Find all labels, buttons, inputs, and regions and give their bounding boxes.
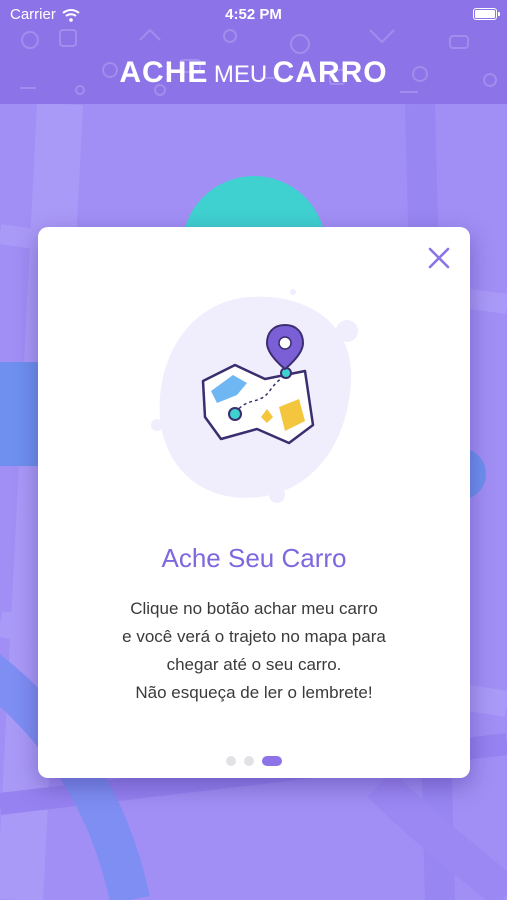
status-time: 4:52 PM (225, 6, 282, 23)
description-line: Não esqueça de ler o lembrete! (135, 683, 373, 702)
brand-word-carro: CARRO (272, 56, 388, 89)
description-line: Clique no botão achar meu carro (130, 599, 378, 618)
battery-fill (475, 10, 495, 18)
brand-word-meu: MEU (213, 61, 268, 88)
app-header: Carrier 4:52 PM ACHE MEU CARRO (0, 0, 507, 104)
description-line: chegar até o seu carro. (166, 655, 342, 674)
brand-word-ache: ACHE (119, 56, 209, 89)
brand-logo: ACHE MEU CARRO (0, 56, 507, 90)
modal-description: Clique no botão achar meu carro e você v… (68, 595, 440, 707)
map-pin-illustration (151, 289, 358, 503)
description-line: e você verá o trajeto no mapa para (122, 627, 386, 646)
page-dot[interactable] (226, 756, 236, 766)
page-dot[interactable] (262, 756, 282, 766)
page-indicator (38, 756, 470, 766)
status-bar: Carrier 4:52 PM (0, 0, 507, 30)
onboarding-modal: Ache Seu Carro Clique no botão achar meu… (38, 227, 470, 778)
page-dot[interactable] (244, 756, 254, 766)
close-icon[interactable] (426, 245, 452, 271)
modal-title: Ache Seu Carro (161, 543, 347, 573)
battery-icon (473, 8, 500, 20)
